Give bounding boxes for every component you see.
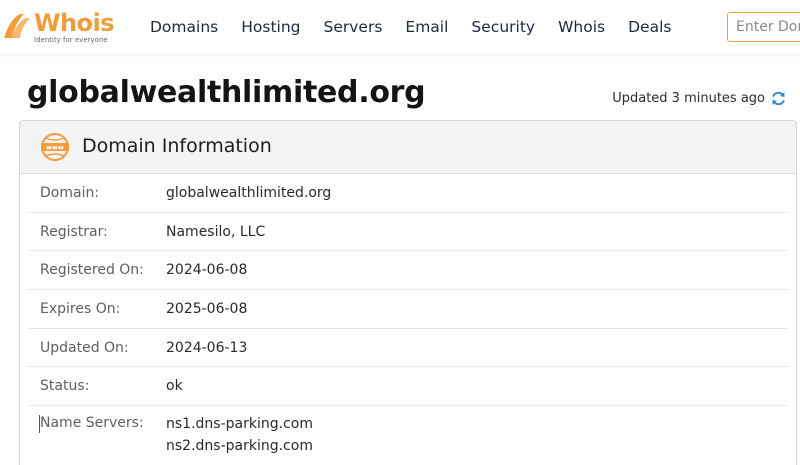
svg-text:www: www	[46, 144, 64, 152]
card-header: www Domain Information	[20, 121, 796, 174]
nav-domains[interactable]: Domains	[150, 18, 218, 36]
page-title: globalwealthlimited.org	[27, 75, 426, 110]
nav-hosting[interactable]: Hosting	[241, 18, 300, 36]
site-logo[interactable]: Whois Identity for everyone	[0, 6, 128, 48]
card-title: Domain Information	[82, 135, 272, 157]
refresh-icon[interactable]	[770, 90, 787, 107]
nav-email[interactable]: Email	[405, 18, 448, 36]
domain-search	[727, 12, 800, 42]
logo-tagline: Identity for everyone	[34, 36, 108, 44]
nav-security[interactable]: Security	[471, 18, 535, 36]
text-cursor	[39, 415, 40, 433]
name-server: ns2.dns-parking.com	[166, 438, 313, 455]
last-updated: Updated 3 minutes ago	[612, 90, 787, 107]
name-server: ns1.dns-parking.com	[166, 416, 313, 433]
row-value: globalwealthlimited.org	[166, 184, 332, 201]
nav-servers[interactable]: Servers	[324, 18, 383, 36]
row-label: Registrar:	[40, 223, 108, 240]
table-row: Updated On: 2024-06-13	[28, 329, 788, 368]
row-label: Updated On:	[40, 339, 129, 356]
table-row-name-servers: Name Servers: ns1.dns-parking.com ns2.dn…	[28, 406, 788, 465]
logo-wordmark: Whois	[34, 9, 115, 37]
table-row: Status: ok	[28, 367, 788, 407]
www-globe-icon: www	[41, 133, 69, 161]
table-row: Registered On: 2024-06-08	[28, 251, 788, 291]
row-value: 2024-06-13	[166, 339, 248, 356]
nav-whois[interactable]: Whois	[558, 18, 605, 36]
name-server-list: ns1.dns-parking.com ns2.dns-parking.com	[166, 413, 313, 457]
row-value: 2025-06-08	[166, 300, 248, 317]
row-label: Domain:	[40, 184, 100, 201]
row-label: Status:	[40, 378, 90, 395]
table-row: Domain: globalwealthlimited.org	[28, 174, 788, 213]
whois-logo-icon	[4, 14, 30, 38]
row-label: Registered On:	[40, 262, 144, 279]
main-nav: Domains Hosting Servers Email Security W…	[150, 0, 694, 54]
info-table: Domain: globalwealthlimited.org Registra…	[20, 174, 796, 465]
row-value: 2024-06-08	[166, 262, 248, 279]
nav-deals[interactable]: Deals	[628, 18, 671, 36]
site-header: Whois Identity for everyone Domains Host…	[0, 0, 800, 54]
domain-search-input[interactable]	[728, 13, 800, 41]
last-updated-text: Updated 3 minutes ago	[612, 91, 765, 106]
row-value: Namesilo, LLC	[166, 223, 266, 240]
row-value: ok	[166, 378, 183, 395]
row-label: Expires On:	[40, 300, 121, 317]
domain-info-card: www Domain Information Domain: globalwea…	[19, 120, 797, 465]
table-row: Registrar: Namesilo, LLC	[28, 213, 788, 252]
row-label: Name Servers:	[40, 415, 144, 432]
table-row: Expires On: 2025-06-08	[28, 290, 788, 329]
